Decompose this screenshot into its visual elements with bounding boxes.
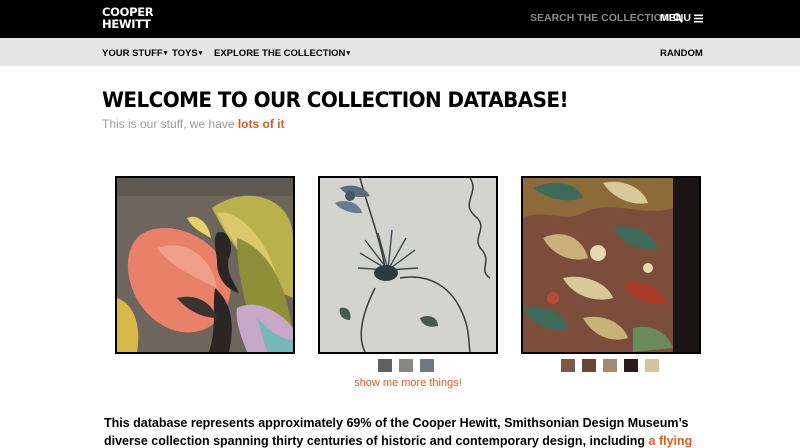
- menu-button[interactable]: MENU: [660, 12, 703, 24]
- menu-label: MENU: [660, 12, 691, 24]
- nav-toys-label: TOYS: [172, 48, 198, 59]
- hamburger-icon: [693, 14, 703, 23]
- color-swatch[interactable]: [582, 359, 596, 372]
- collection-description: This database represents approximately 6…: [104, 414, 704, 448]
- caret-down-icon: ▾: [163, 50, 168, 57]
- painting-abstract-leaves-image: [117, 178, 293, 352]
- color-swatch[interactable]: [624, 359, 638, 372]
- nav-your-stuff[interactable]: YOUR STUFF▾: [102, 48, 167, 59]
- nav-explore-label: EXPLORE THE COLLECTION: [214, 48, 346, 59]
- nav-toys[interactable]: TOYS▾: [172, 48, 202, 59]
- collection-object-card-1[interactable]: [115, 176, 295, 354]
- color-swatches-card-3: [561, 359, 659, 372]
- color-swatches-card-2: [378, 359, 434, 372]
- collection-object-card-3[interactable]: [521, 176, 701, 354]
- color-swatch[interactable]: [603, 359, 617, 372]
- textile-floral-print-image: [320, 178, 496, 352]
- color-swatch[interactable]: [378, 359, 392, 372]
- caret-down-icon: ▾: [346, 50, 350, 57]
- caret-down-icon: ▾: [198, 50, 203, 57]
- flying-link[interactable]: a flying: [649, 434, 693, 448]
- color-swatch[interactable]: [399, 359, 413, 372]
- nav-random[interactable]: RANDOM: [660, 48, 703, 59]
- description-text: This database represents approximately 6…: [104, 416, 689, 448]
- nav-explore-collection[interactable]: EXPLORE THE COLLECTION▾: [214, 48, 350, 59]
- color-swatch[interactable]: [420, 359, 434, 372]
- page-subtitle: This is our stuff, we have lots of it: [102, 117, 285, 131]
- logo-line-2: HEWITT: [102, 17, 151, 31]
- color-swatch[interactable]: [561, 359, 575, 372]
- color-swatch[interactable]: [645, 359, 659, 372]
- top-header: COOPER HEWITT SEARCH THE COLLECTION MENU: [0, 0, 800, 38]
- cooper-hewitt-logo[interactable]: COOPER HEWITT: [102, 6, 154, 31]
- secondary-nav: YOUR STUFF▾ TOYS▾ EXPLORE THE COLLECTION…: [0, 38, 800, 66]
- textile-brocade-image: [523, 178, 699, 352]
- nav-your-stuff-label: YOUR STUFF: [102, 48, 163, 59]
- page-title: WELCOME TO OUR COLLECTION DATABASE!: [102, 88, 569, 112]
- lots-of-it-link[interactable]: lots of it: [238, 117, 285, 131]
- show-more-link[interactable]: show me more things!: [318, 377, 498, 389]
- collection-object-card-2[interactable]: [318, 176, 498, 354]
- subtitle-text: This is our stuff, we have: [102, 117, 238, 131]
- search-label: SEARCH THE COLLECTION: [530, 12, 670, 24]
